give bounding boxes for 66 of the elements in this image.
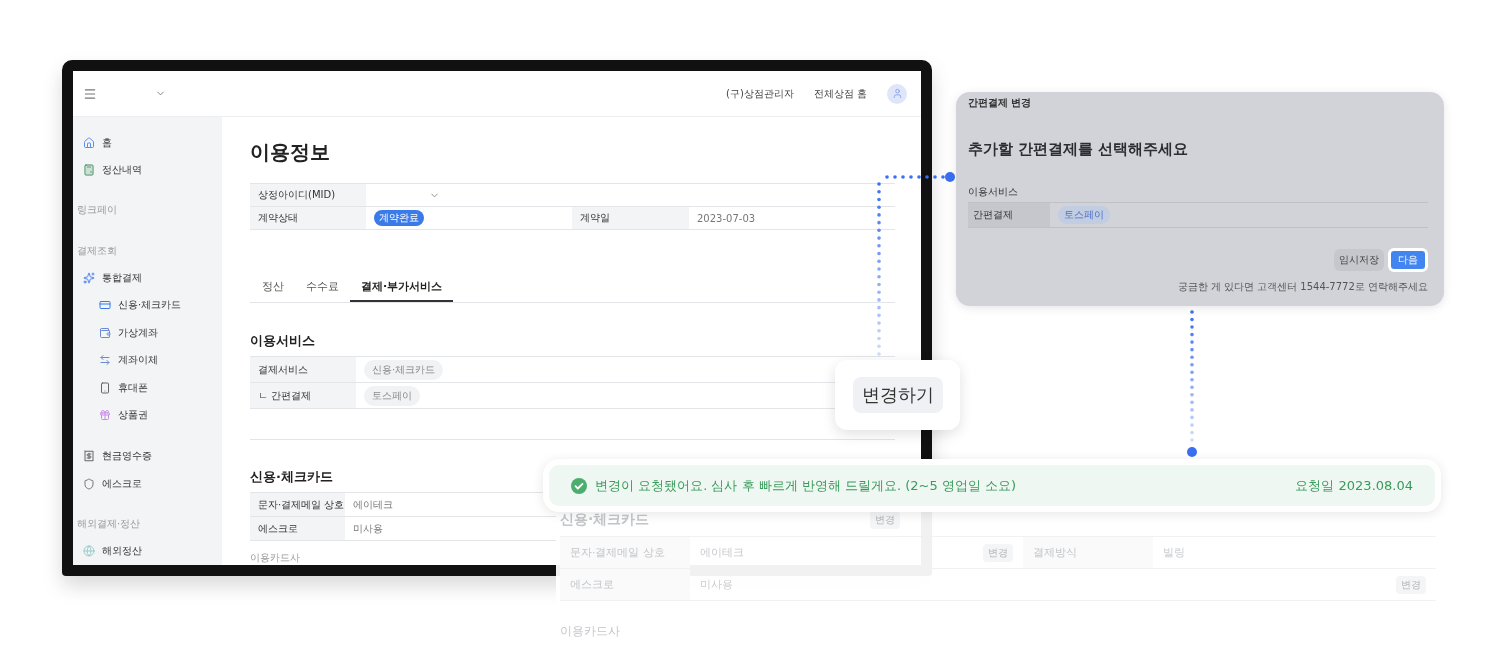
table-label: 에스크로: [250, 517, 345, 540]
table-value: 에이테크: [352, 497, 393, 512]
card-icon: [99, 299, 111, 312]
section-label: 이용카드사: [250, 551, 300, 565]
change-button[interactable]: 변경하기: [852, 377, 943, 413]
next-button[interactable]: 다음: [1388, 248, 1428, 272]
wallet-icon: [99, 326, 111, 339]
section-title: 신용·체크카드: [560, 511, 650, 529]
help-text: 궁금한 게 있다면 고객센터 1544-7772로 연락해주세요: [1176, 280, 1428, 294]
sidebar-item[interactable]: 신용·체크카드: [77, 291, 214, 320]
sidebar-item[interactable]: 가상계좌: [77, 319, 214, 347]
sidebar-item[interactable]: 통합결제: [77, 264, 214, 292]
modal-heading: 추가할 간편결제를 선택해주세요: [968, 140, 1190, 159]
section-label: 이용카드사: [560, 623, 621, 640]
transfer-icon: [99, 354, 111, 367]
table-label: 결제서비스: [250, 357, 356, 382]
dotted-connector: [885, 175, 945, 179]
request-date: 요청일 2023.08.04: [1295, 476, 1413, 495]
table-label: 상정아이디(MID): [250, 184, 366, 206]
section-title: 신용·체크카드: [250, 468, 333, 486]
calculator-icon: [83, 164, 95, 177]
sidebar-item[interactable]: 해외정산: [77, 537, 214, 565]
status-badge: 계약완료: [374, 210, 424, 226]
table-label: ㄴ 간편결제: [250, 383, 356, 408]
service-chip: 토스페이: [1058, 206, 1110, 224]
table-value: 2023-07-03: [696, 211, 756, 226]
header-link[interactable]: 전체상점 홈: [813, 86, 867, 101]
globe-icon: [83, 545, 95, 558]
modal-title: 간편결제 변경: [968, 96, 1033, 110]
sidebar-item[interactable]: 계좌이체: [77, 346, 214, 374]
tab[interactable]: 정산: [250, 272, 295, 302]
section-title: 이용서비스: [250, 332, 315, 350]
sidebar-section-label: 해외결제·정산: [77, 517, 142, 531]
sidebar-item[interactable]: 현금영수증: [77, 442, 214, 470]
table-value: 미사용: [352, 521, 383, 536]
page-title: 이용정보: [250, 139, 331, 166]
service-chip: 신용·체크카드: [364, 359, 444, 380]
connector-dot: [945, 172, 955, 182]
sidebar-item[interactable]: 에스크로: [77, 469, 214, 498]
shield-icon: [83, 477, 95, 490]
toast-text: 변경이 요청됐어요. 심사 후 빠르게 반영해 드릴게요. (2~5 영업일 소요): [595, 476, 1017, 495]
table-label: 계약일: [572, 207, 689, 229]
menu-icon[interactable]: [83, 86, 97, 101]
gift-icon: [99, 408, 111, 421]
header-link[interactable]: (구)상점관리자: [726, 86, 794, 101]
sidebar-item[interactable]: 정산내역: [77, 156, 214, 184]
save-draft-button[interactable]: 임시저장: [1334, 249, 1384, 271]
table-label: 문자·결제메일 상호: [250, 493, 345, 516]
sparkle-icon: [83, 272, 95, 285]
receipt-icon: [83, 450, 95, 463]
tab[interactable]: 수수료: [295, 272, 350, 302]
home-icon: [83, 136, 95, 149]
phone-icon: [99, 381, 111, 394]
table-label: 간편결제: [968, 203, 1050, 227]
tab[interactable]: 결제·부가서비스: [350, 272, 454, 302]
section-title: 이용서비스: [968, 185, 1019, 199]
table-label: 계약상태: [250, 207, 366, 229]
avatar-icon[interactable]: [887, 83, 907, 104]
sidebar-section-label: 결제조회: [77, 243, 118, 258]
sidebar-item[interactable]: 휴대폰: [77, 373, 214, 402]
sidebar-item[interactable]: 상품권: [77, 401, 214, 429]
service-chip: 토스페이: [364, 385, 420, 406]
connector-dot: [1187, 447, 1197, 457]
sidebar-section-label: 링크페이: [77, 203, 118, 218]
check-icon: [571, 477, 587, 494]
sidebar-item[interactable]: 홈: [77, 129, 214, 157]
